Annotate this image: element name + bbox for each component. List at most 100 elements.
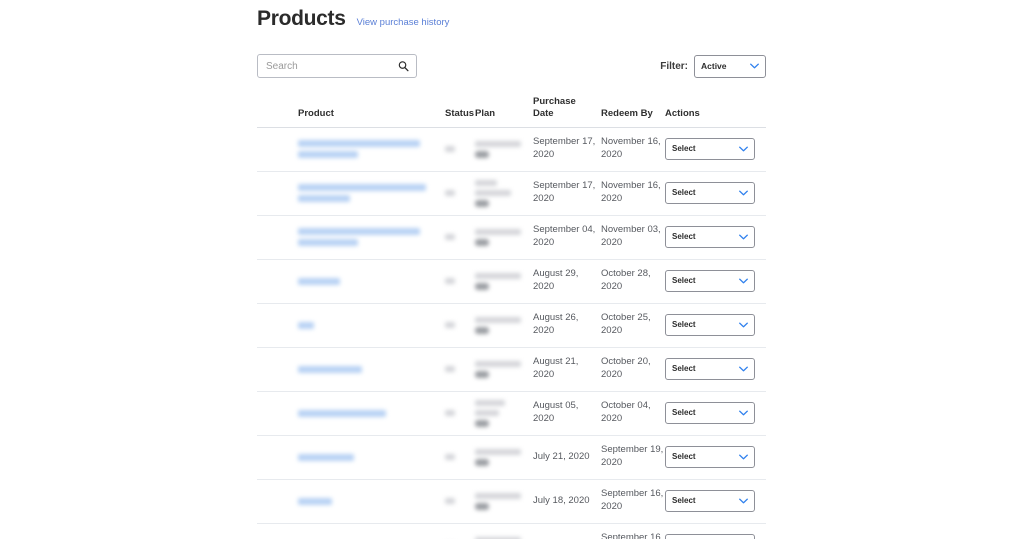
redeem-by-cell: November 03, 2020 [601, 215, 665, 260]
action-select[interactable]: Select [665, 402, 755, 425]
plan-cell [475, 303, 533, 348]
table-row[interactable]: August 29, 2020 October 28, 2020 Select [257, 259, 766, 304]
product-name-link[interactable] [298, 365, 445, 373]
action-select[interactable]: Select [665, 270, 755, 293]
redacted-bar [475, 419, 489, 427]
plan-value [475, 228, 533, 246]
action-select-value: Select [672, 407, 696, 417]
action-select-value: Select [672, 275, 696, 285]
product-thumbnail-cell [257, 347, 298, 392]
product-thumbnail [257, 311, 285, 339]
redacted-bar [298, 321, 314, 329]
product-name-cell[interactable] [298, 435, 445, 480]
search-icon[interactable] [398, 61, 409, 72]
status-cell [445, 479, 475, 524]
redeem-by-cell: September 19, 2020 [601, 435, 665, 480]
product-name-cell[interactable] [298, 127, 445, 172]
product-thumbnail [257, 223, 285, 251]
filter-select[interactable]: Active [694, 54, 766, 78]
product-name-cell[interactable] [298, 391, 445, 436]
table-row[interactable]: August 21, 2020 October 20, 2020 Select [257, 347, 766, 392]
product-name-link[interactable] [298, 228, 445, 247]
redacted-bar [475, 316, 521, 323]
chevron-down-icon[interactable] [739, 190, 748, 196]
redacted-bar [298, 365, 362, 373]
redacted-bar [475, 399, 505, 406]
product-name-cell[interactable]: CheckTrain Live [298, 523, 445, 539]
plan-value [475, 448, 533, 466]
table-row[interactable]: July 18, 2020 September 16, 2020 Select [257, 479, 766, 524]
chevron-down-icon[interactable] [739, 410, 748, 416]
chevron-down-icon[interactable] [739, 322, 748, 328]
action-select[interactable]: Select [665, 358, 755, 381]
product-thumbnail [257, 487, 285, 515]
action-select-value: Select [672, 363, 696, 373]
table-row[interactable]: CheckTrain Live July 15, 2020September 16… [257, 523, 766, 539]
product-name-cell[interactable] [298, 303, 445, 348]
plan-cell [475, 127, 533, 172]
search-input[interactable] [258, 55, 416, 77]
action-select[interactable]: Select [665, 314, 755, 337]
redacted-bar [445, 146, 455, 153]
purchase-date-cell: August 29, 2020 [533, 259, 601, 304]
table-row[interactable]: September 04, 2020 November 03, 2020 Selec… [257, 215, 766, 260]
table-row[interactable]: August 26, 2020 October 25, 2020 Select [257, 303, 766, 348]
status-cell [445, 127, 475, 172]
chevron-down-icon[interactable] [739, 278, 748, 284]
redacted-bar [298, 453, 354, 461]
redacted-bar [475, 228, 521, 235]
action-select[interactable]: Select [665, 182, 755, 205]
chevron-down-icon[interactable] [739, 234, 748, 240]
product-name-cell[interactable] [298, 259, 445, 304]
action-select-value: Select [672, 451, 696, 461]
product-name-link[interactable] [298, 497, 445, 505]
product-thumbnail [257, 531, 285, 539]
product-name-link[interactable] [298, 409, 445, 417]
filter-select-value: Active [701, 61, 727, 71]
redacted-bar [298, 228, 420, 236]
action-select[interactable]: Select [665, 534, 755, 539]
plan-value [475, 179, 533, 207]
redeem-by-cell: November 16, 2020 [601, 171, 665, 216]
page-content: Products View purchase history Filter: A… [257, 0, 766, 539]
product-name-cell[interactable] [298, 215, 445, 260]
action-select[interactable]: Select [665, 138, 755, 161]
product-name-link[interactable] [298, 277, 445, 285]
product-thumbnail-cell [257, 127, 298, 172]
product-name-cell[interactable] [298, 479, 445, 524]
redacted-bar [298, 277, 340, 285]
table-body: September 17, 2020 November 16, 2020 Selec… [257, 127, 766, 539]
plan-cell [475, 347, 533, 392]
product-name-link[interactable] [298, 453, 445, 461]
plan-cell [475, 479, 533, 524]
view-purchase-history-link[interactable]: View purchase history [357, 17, 450, 28]
action-select[interactable]: Select [665, 446, 755, 469]
product-name-link[interactable] [298, 321, 445, 329]
table-row[interactable]: August 05, 2020 October 04, 2020 Select [257, 391, 766, 436]
chevron-down-icon[interactable] [739, 498, 748, 504]
action-select[interactable]: Select [665, 490, 755, 513]
table-row[interactable]: September 17, 2020 November 16, 2020 Selec… [257, 171, 766, 216]
chevron-down-icon[interactable] [750, 63, 759, 69]
column-header-actions: Actions [665, 96, 766, 128]
status-badge [445, 454, 475, 461]
table-row[interactable]: July 21, 2020 September 19, 2020 Select [257, 435, 766, 480]
redacted-bar [475, 199, 489, 207]
product-name-link[interactable] [298, 184, 445, 203]
status-cell [445, 391, 475, 436]
redacted-bar [475, 458, 489, 466]
search-box[interactable] [257, 54, 417, 78]
chevron-down-icon[interactable] [739, 146, 748, 152]
product-name-link[interactable] [298, 140, 445, 159]
product-name-cell[interactable] [298, 171, 445, 216]
purchase-date-line1: Purchase [533, 96, 576, 107]
redeem-by-cell: October 28, 2020 [601, 259, 665, 304]
product-thumbnail-cell [257, 391, 298, 436]
action-select[interactable]: Select [665, 226, 755, 249]
table-row[interactable]: September 17, 2020 November 16, 2020 Selec… [257, 127, 766, 172]
chevron-down-icon[interactable] [739, 454, 748, 460]
redeem-by-cell: October 20, 2020 [601, 347, 665, 392]
product-name-cell[interactable] [298, 347, 445, 392]
purchase-date-line2: Date [533, 107, 554, 119]
chevron-down-icon[interactable] [739, 366, 748, 372]
